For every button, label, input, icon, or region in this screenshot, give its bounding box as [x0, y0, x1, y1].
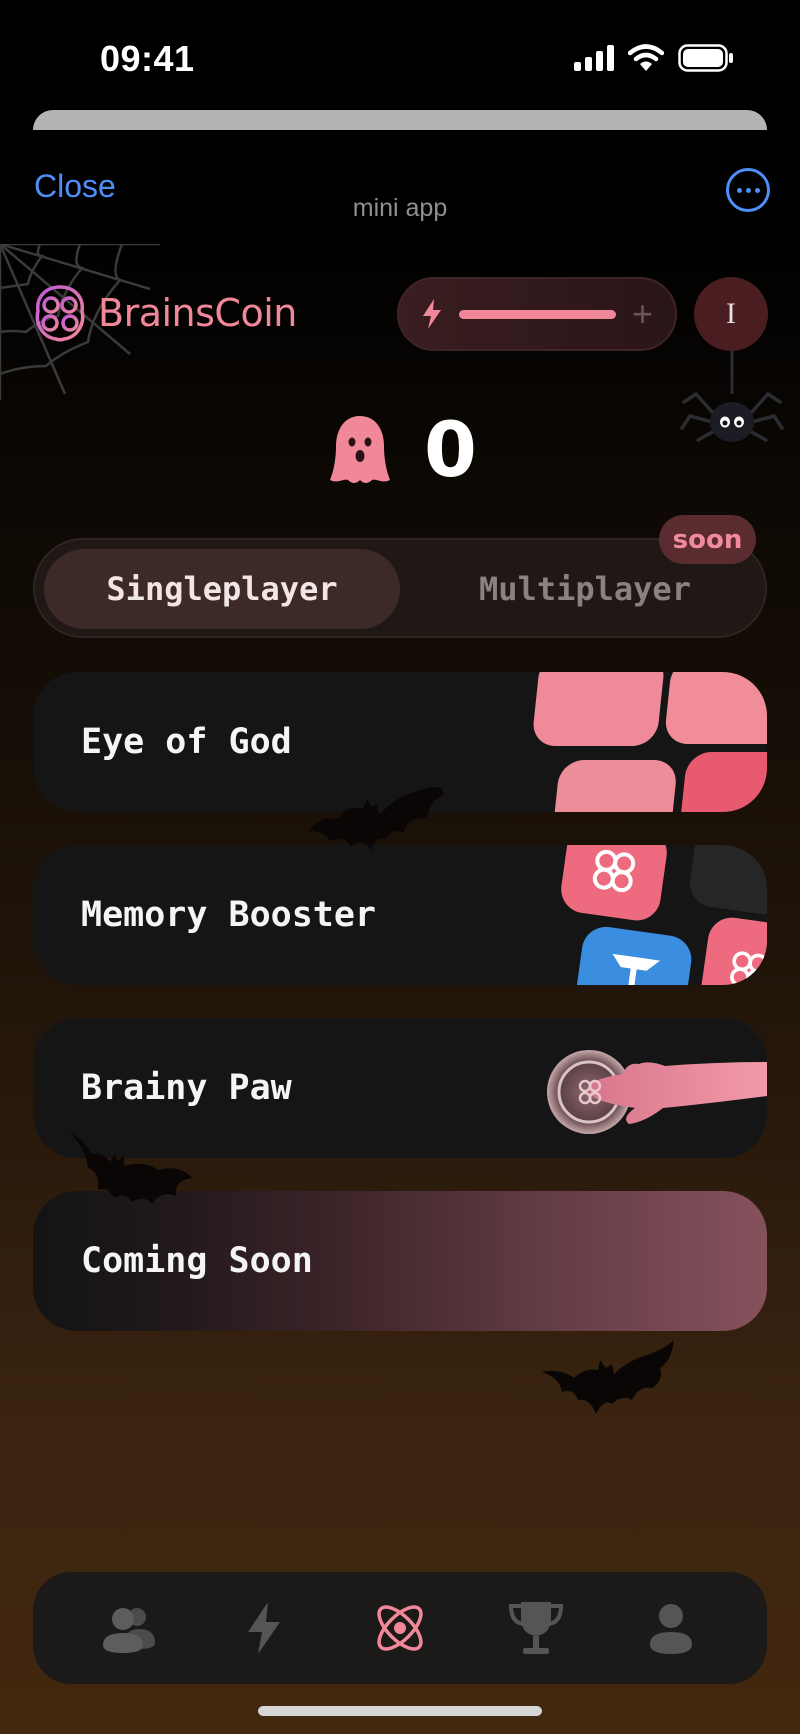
nav-boost[interactable]	[229, 1593, 299, 1663]
profile-icon	[650, 1604, 693, 1654]
game-label: Eye of God	[81, 722, 292, 762]
friends-icon	[102, 1608, 155, 1653]
mini-app-title: mini app	[352, 194, 448, 222]
nav-leaderboard[interactable]	[501, 1593, 571, 1663]
atom-icon	[377, 1605, 423, 1651]
cellular-signal-icon	[574, 45, 614, 71]
trophy-icon	[508, 1602, 563, 1654]
nav-friends[interactable]	[94, 1593, 164, 1663]
eye-of-god-tile	[678, 752, 767, 812]
add-energy-button[interactable]: +	[632, 296, 653, 332]
nav-profile[interactable]	[636, 1593, 706, 1663]
score: 0	[330, 405, 477, 494]
game-label: Memory Booster	[81, 895, 377, 935]
lightning-icon	[248, 1602, 281, 1654]
brain-card-icon	[730, 951, 767, 985]
game-card-memory-booster[interactable]: Memory Booster	[33, 845, 767, 985]
energy-level	[459, 309, 616, 319]
battery-icon	[678, 44, 733, 72]
status-time: 09:41	[100, 38, 195, 79]
game-card-coming-soon[interactable]: Coming Soon	[33, 1191, 767, 1331]
paw-hand-icon	[547, 1050, 767, 1134]
home-indicator	[258, 1706, 542, 1716]
wifi-icon	[628, 44, 664, 71]
spider-icon	[680, 350, 784, 442]
telegram-icon	[612, 953, 661, 985]
avatar[interactable]: I	[694, 277, 768, 351]
mode-switch: Singleplayer Multiplayer	[33, 538, 767, 638]
memory-card-tile	[697, 914, 767, 985]
nav-games[interactable]	[365, 1593, 435, 1663]
eye-of-god-tile	[663, 672, 767, 744]
status-icons	[574, 44, 734, 72]
tab-singleplayer[interactable]: Singleplayer	[44, 549, 400, 629]
game-label: Brainy Paw	[81, 1068, 292, 1108]
game-card-brainy-paw[interactable]: Brainy Paw	[33, 1018, 767, 1158]
score-value: 0	[424, 405, 477, 494]
eye-of-god-tile	[531, 672, 666, 746]
ghost-icon	[330, 415, 390, 483]
brand-name: BrainsCoin	[98, 291, 297, 335]
brain-logo-icon	[35, 285, 85, 342]
brain-card-icon	[592, 849, 636, 893]
sheet-handle	[33, 110, 767, 130]
memory-card-tile	[686, 845, 767, 918]
energy-bar[interactable]: +	[397, 277, 677, 351]
lightning-icon	[423, 299, 441, 329]
eye-of-god-tile	[551, 760, 679, 812]
bat-icon	[542, 1340, 674, 1414]
game-label: Coming Soon	[81, 1241, 313, 1281]
brand: BrainsCoin	[32, 283, 297, 343]
ellipsis-circle-icon[interactable]	[726, 168, 770, 212]
bottom-nav	[33, 1572, 767, 1684]
memory-card-tile	[558, 845, 670, 924]
memory-card-tile	[571, 923, 695, 985]
soon-badge: soon	[659, 515, 756, 564]
